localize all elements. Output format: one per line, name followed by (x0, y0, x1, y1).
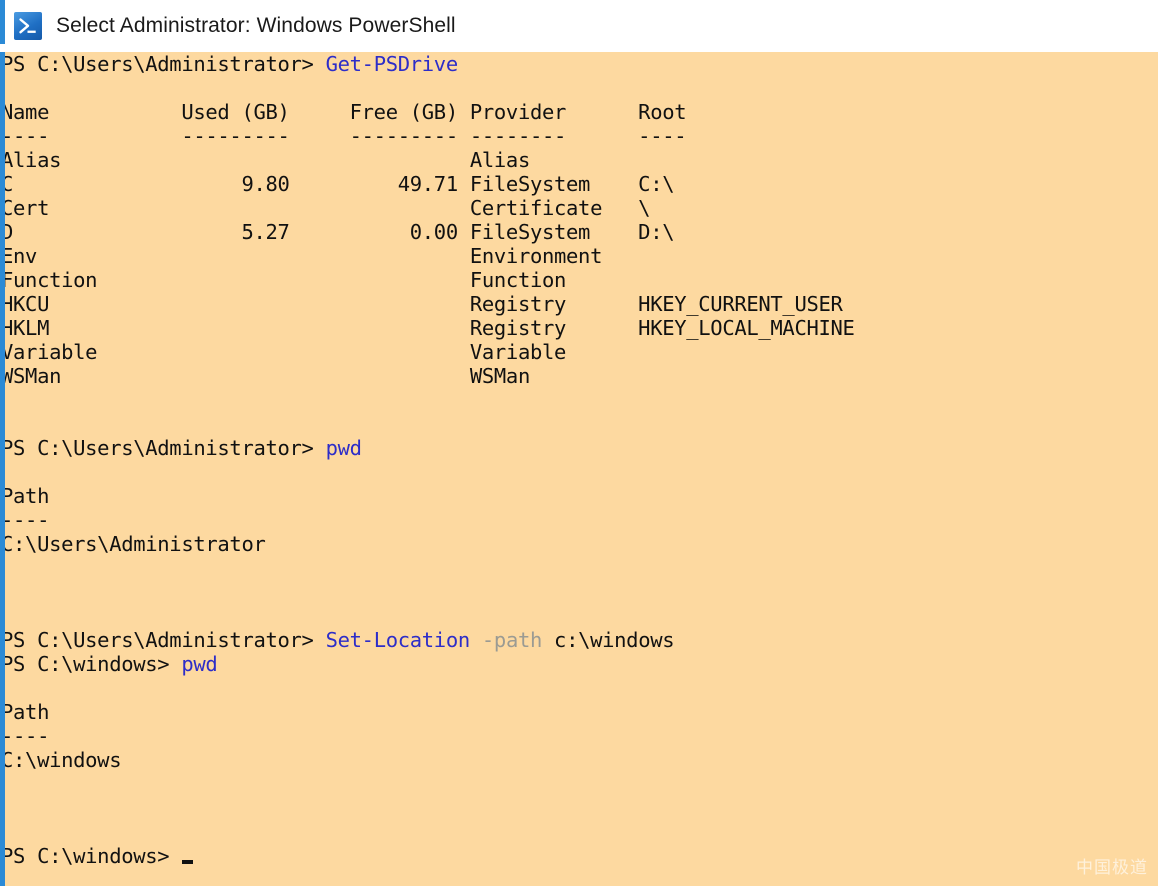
console-line: ---- --------- --------- -------- ---- (1, 124, 687, 148)
console-command: pwd (325, 436, 362, 460)
console-line: HKCU Registry HKEY_CURRENT_USER (1, 292, 843, 316)
console-command: Get-PSDrive (325, 52, 459, 76)
console-line: Env Environment (1, 244, 603, 268)
console-line: HKLM Registry HKEY_LOCAL_MACHINE (1, 316, 855, 340)
console-line: Alias Alias (1, 148, 530, 172)
console-line: Name Used (GB) Free (GB) Provider Root (1, 100, 687, 124)
watermark: 中国极道 (1076, 858, 1148, 878)
console-line: Cert Certificate \ (1, 196, 651, 220)
console-line: C:\Users\Administrator (1, 532, 266, 556)
console-command: pwd (181, 652, 218, 676)
console-line: PS C:\windows> (1, 844, 855, 868)
console-output-area[interactable]: PS C:\Users\Administrator> Get-PSDrive Na… (0, 52, 1158, 886)
console-line: PS C:\Users\Administrator> Set-Location … (1, 628, 675, 652)
console-line: C:\windows (1, 748, 122, 772)
console-parameter: -path (481, 628, 543, 652)
title-bar[interactable]: Select Administrator: Windows PowerShell (0, 0, 1158, 52)
window-edge-accent (0, 52, 5, 886)
window-edge-accent-top (0, 0, 5, 44)
console-line: PS C:\Users\Administrator> Get-PSDrive (1, 52, 459, 76)
window-title: Select Administrator: Windows PowerShell (56, 14, 456, 37)
console-line: WSMan WSMan (1, 364, 530, 388)
console-line: ---- (1, 508, 50, 532)
console-line: Variable Variable (1, 340, 567, 364)
console-line: PS C:\windows> pwd (1, 652, 218, 676)
powershell-window: Select Administrator: Windows PowerShell… (0, 0, 1158, 886)
console-line: PS C:\Users\Administrator> pwd (1, 436, 362, 460)
console-text: PS C:\Users\Administrator> Get-PSDrive Na… (0, 52, 855, 868)
text-cursor (182, 860, 194, 864)
powershell-icon (14, 12, 42, 40)
console-line: D 5.27 0.00 FileSystem D:\ (1, 220, 675, 244)
console-command: Set-Location (325, 628, 471, 652)
console-line: ---- (1, 724, 50, 748)
console-line: C 9.80 49.71 FileSystem C:\ (1, 172, 675, 196)
console-line: Function Function (1, 268, 567, 292)
console-line: Path (1, 484, 50, 508)
console-line: Path (1, 700, 50, 724)
